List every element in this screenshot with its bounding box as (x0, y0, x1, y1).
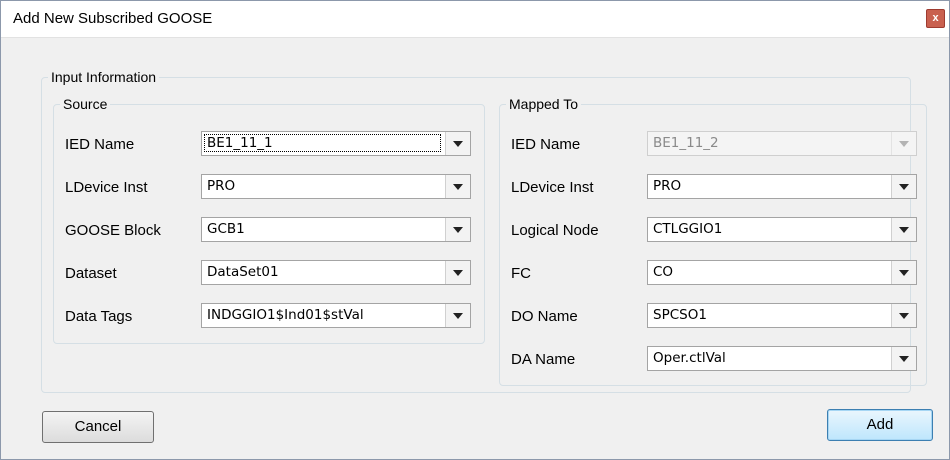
chevron-down-icon[interactable] (445, 304, 470, 327)
source-ied-name-value: BE1_11_1 (204, 134, 441, 152)
mapped-logical-node-label: Logical Node (511, 222, 599, 239)
mapped-fc-select[interactable]: CO (647, 260, 917, 285)
close-icon: x (932, 12, 939, 24)
mapped-fc-value: CO (653, 264, 674, 280)
mapped-ldevice-inst-value: PRO (653, 178, 682, 194)
chevron-down-icon[interactable] (445, 261, 470, 284)
mapped-ied-name-select: BE1_11_2 (647, 131, 917, 156)
source-data-tags-label: Data Tags (65, 308, 133, 325)
mapped-ied-name-value: BE1_11_2 (653, 135, 719, 151)
chevron-down-icon[interactable] (891, 218, 916, 241)
source-ied-name-label: IED Name (65, 136, 135, 153)
mapped-da-name-value: Oper.ctlVal (653, 350, 726, 366)
dialog-window: Add New Subscribed GOOSE x Input Informa… (0, 0, 950, 460)
mapped-do-name-select[interactable]: SPCSO1 (647, 303, 917, 328)
source-goose-block-value: GCB1 (207, 221, 245, 237)
chevron-down-icon[interactable] (445, 218, 470, 241)
mapped-ied-name-label: IED Name (511, 136, 581, 153)
mapped-do-name-label: DO Name (511, 308, 578, 325)
add-button[interactable]: Add (827, 409, 933, 441)
input-information-legend: Input Information (51, 69, 157, 85)
source-goose-block-label: GOOSE Block (65, 222, 161, 239)
mapped-logical-node-select[interactable]: CTLGGIO1 (647, 217, 917, 242)
mapped-ldevice-inst-select[interactable]: PRO (647, 174, 917, 199)
chevron-down-icon (891, 132, 916, 155)
chevron-down-icon[interactable] (891, 261, 916, 284)
mapped-fc-label: FC (511, 265, 531, 282)
mapped-logical-node-value: CTLGGIO1 (653, 221, 723, 237)
mapped-da-name-label: DA Name (511, 351, 576, 368)
source-data-tags-value: INDGGIO1$Ind01$stVal (207, 307, 364, 323)
source-dataset-label: Dataset (65, 265, 117, 282)
source-dataset-select[interactable]: DataSet01 (201, 260, 471, 285)
mapped-do-name-value: SPCSO1 (653, 307, 707, 323)
source-ied-name-select[interactable]: BE1_11_1 (201, 131, 471, 156)
source-data-tags-select[interactable]: INDGGIO1$Ind01$stVal (201, 303, 471, 328)
chevron-down-icon[interactable] (891, 347, 916, 370)
chevron-down-icon[interactable] (891, 175, 916, 198)
source-goose-block-select[interactable]: GCB1 (201, 217, 471, 242)
mapped-to-legend: Mapped To (509, 96, 579, 112)
title-bar: Add New Subscribed GOOSE x (1, 1, 949, 38)
source-ldevice-inst-label: LDevice Inst (65, 179, 148, 196)
source-dataset-value: DataSet01 (207, 264, 279, 280)
chevron-down-icon[interactable] (445, 132, 470, 155)
source-legend: Source (63, 96, 108, 112)
source-ldevice-inst-value: PRO (207, 178, 236, 194)
mapped-da-name-select[interactable]: Oper.ctlVal (647, 346, 917, 371)
chevron-down-icon[interactable] (891, 304, 916, 327)
source-ldevice-inst-select[interactable]: PRO (201, 174, 471, 199)
dialog-title: Add New Subscribed GOOSE (13, 10, 213, 27)
mapped-ldevice-inst-label: LDevice Inst (511, 179, 594, 196)
cancel-button[interactable]: Cancel (42, 411, 154, 443)
close-button[interactable]: x (926, 9, 945, 28)
chevron-down-icon[interactable] (445, 175, 470, 198)
